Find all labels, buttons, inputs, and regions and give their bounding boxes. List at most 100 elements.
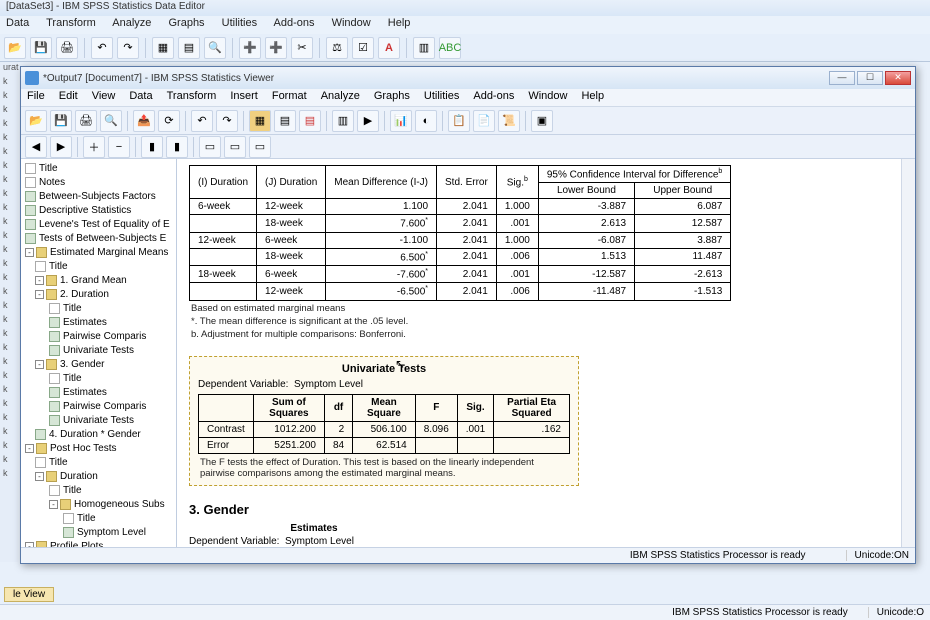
insert-case-icon[interactable]: ➕ bbox=[239, 37, 261, 59]
menu-graphs[interactable]: Graphs bbox=[168, 17, 204, 29]
output-pane[interactable]: (I) Duration (J) Duration Mean Differenc… bbox=[177, 159, 915, 547]
menu-addons[interactable]: Add-ons bbox=[274, 17, 315, 29]
univariate-tests-block[interactable]: Univariate Tests Dependent Variable: Sym… bbox=[189, 356, 579, 486]
vt-preview-icon[interactable]: 🔍 bbox=[100, 110, 122, 132]
split-icon[interactable]: ✂ bbox=[291, 37, 313, 59]
vt-designate-icon[interactable]: ◐ bbox=[415, 110, 437, 132]
vt-open-icon[interactable]: 📂 bbox=[25, 110, 47, 132]
expand-toggle-icon[interactable]: - bbox=[49, 500, 58, 509]
tree-item[interactable]: Levene's Test of Equality of E bbox=[21, 217, 176, 231]
vt-undo-icon[interactable]: ↶ bbox=[191, 110, 213, 132]
vmenu-format[interactable]: Format bbox=[272, 90, 307, 105]
tree-item[interactable]: -3. Gender bbox=[21, 357, 176, 371]
expand-toggle-icon[interactable]: - bbox=[25, 444, 34, 453]
tree-item[interactable]: Symptom Level bbox=[21, 525, 176, 539]
vt-recall-icon[interactable]: ⟳ bbox=[158, 110, 180, 132]
tree-item[interactable]: -Post Hoc Tests bbox=[21, 441, 176, 455]
open-icon[interactable]: 📂 bbox=[4, 37, 26, 59]
vmenu-help[interactable]: Help bbox=[581, 90, 604, 105]
weight-icon[interactable]: ⚖ bbox=[326, 37, 348, 59]
minimize-button[interactable]: — bbox=[829, 71, 855, 85]
vmenu-analyze[interactable]: Analyze bbox=[321, 90, 360, 105]
nav-demote-icon[interactable]: ▮ bbox=[166, 136, 188, 158]
goto-icon[interactable]: ▦ bbox=[152, 37, 174, 59]
tree-item[interactable]: Tests of Between-Subjects E bbox=[21, 231, 176, 245]
nav-back-icon[interactable]: ◀ bbox=[25, 136, 47, 158]
select-icon[interactable]: ☑ bbox=[352, 37, 374, 59]
vmenu-view[interactable]: View bbox=[92, 90, 116, 105]
vmenu-utilities[interactable]: Utilities bbox=[424, 90, 459, 105]
vmenu-data[interactable]: Data bbox=[129, 90, 152, 105]
nav-show-icon[interactable]: ▭ bbox=[199, 136, 221, 158]
tree-item[interactable]: Estimates bbox=[21, 315, 176, 329]
insert-var-icon[interactable]: ➕ bbox=[265, 37, 287, 59]
vt-export-icon[interactable]: 📤 bbox=[133, 110, 155, 132]
nav-promote-icon[interactable]: ▮ bbox=[141, 136, 163, 158]
expand-toggle-icon[interactable]: - bbox=[35, 360, 44, 369]
tree-item[interactable]: Title bbox=[21, 259, 176, 273]
expand-toggle-icon[interactable]: - bbox=[35, 276, 44, 285]
tree-item[interactable]: Title bbox=[21, 301, 176, 315]
vt-select-last-icon[interactable]: ▥ bbox=[332, 110, 354, 132]
tree-item[interactable]: 4. Duration * Gender bbox=[21, 427, 176, 441]
tree-item[interactable]: -Estimated Marginal Means bbox=[21, 245, 176, 259]
tree-item[interactable]: -1. Grand Mean bbox=[21, 273, 176, 287]
menu-analyze[interactable]: Analyze bbox=[112, 17, 151, 29]
vt-goto-data-icon[interactable]: ▦ bbox=[249, 110, 271, 132]
tree-item[interactable]: -Homogeneous Subs bbox=[21, 497, 176, 511]
find-icon[interactable]: 🔍 bbox=[204, 37, 226, 59]
expand-toggle-icon[interactable]: - bbox=[35, 290, 44, 299]
menu-help[interactable]: Help bbox=[388, 17, 411, 29]
menu-window[interactable]: Window bbox=[332, 17, 371, 29]
viewer-titlebar[interactable]: *Output7 [Document7] - IBM SPSS Statisti… bbox=[21, 67, 915, 89]
redo-icon[interactable]: ↷ bbox=[117, 37, 139, 59]
vt-chart-icon[interactable]: 📊 bbox=[390, 110, 412, 132]
tree-item[interactable]: -Duration bbox=[21, 469, 176, 483]
expand-toggle-icon[interactable]: - bbox=[35, 472, 44, 481]
vmenu-graphs[interactable]: Graphs bbox=[374, 90, 410, 105]
vmenu-window[interactable]: Window bbox=[528, 90, 567, 105]
tree-item[interactable]: Between-Subjects Factors bbox=[21, 189, 176, 203]
tree-item[interactable]: Univariate Tests bbox=[21, 413, 176, 427]
vmenu-edit[interactable]: Edit bbox=[59, 90, 78, 105]
tree-item[interactable]: Univariate Tests bbox=[21, 343, 176, 357]
vmenu-file[interactable]: File bbox=[27, 90, 45, 105]
vt-vars-icon[interactable]: ▤ bbox=[299, 110, 321, 132]
maximize-button[interactable]: ☐ bbox=[857, 71, 883, 85]
expand-toggle-icon[interactable]: - bbox=[25, 248, 34, 257]
nav-hide-icon[interactable]: ▭ bbox=[224, 136, 246, 158]
nav-expand-icon[interactable]: ＋ bbox=[83, 136, 105, 158]
vt-redo-icon[interactable]: ↷ bbox=[216, 110, 238, 132]
vt-print-icon[interactable]: 🖨 bbox=[75, 110, 97, 132]
vt-run-icon[interactable]: ▶ bbox=[357, 110, 379, 132]
tree-item[interactable]: Title bbox=[21, 455, 176, 469]
tree-item[interactable]: Estimates bbox=[21, 385, 176, 399]
variable-view-tab[interactable]: le View bbox=[4, 587, 54, 602]
vt-paste-icon[interactable]: 📄 bbox=[473, 110, 495, 132]
print-icon[interactable]: 🖨 bbox=[56, 37, 78, 59]
vt-copy-icon[interactable]: 📋 bbox=[448, 110, 470, 132]
menu-utilities[interactable]: Utilities bbox=[222, 17, 257, 29]
menu-data[interactable]: Data bbox=[6, 17, 29, 29]
vmenu-addons[interactable]: Add-ons bbox=[473, 90, 514, 105]
vt-script-icon[interactable]: 📜 bbox=[498, 110, 520, 132]
tree-item[interactable]: Pairwise Comparis bbox=[21, 399, 176, 413]
undo-icon[interactable]: ↶ bbox=[91, 37, 113, 59]
nav-forward-icon[interactable]: ▶ bbox=[50, 136, 72, 158]
tree-item[interactable]: Pairwise Comparis bbox=[21, 329, 176, 343]
vmenu-transform[interactable]: Transform bbox=[167, 90, 217, 105]
tree-item[interactable]: -2. Duration bbox=[21, 287, 176, 301]
close-button[interactable]: ✕ bbox=[885, 71, 911, 85]
tree-item[interactable]: Title bbox=[21, 371, 176, 385]
spellcheck-icon[interactable]: ABC bbox=[439, 37, 461, 59]
tree-item[interactable]: Title bbox=[21, 511, 176, 525]
nav-insert-icon[interactable]: ▭ bbox=[249, 136, 271, 158]
tree-item[interactable]: Notes bbox=[21, 175, 176, 189]
menu-transform[interactable]: Transform bbox=[46, 17, 96, 29]
vmenu-insert[interactable]: Insert bbox=[230, 90, 258, 105]
outline-tree[interactable]: TitleNotesBetween-Subjects FactorsDescri… bbox=[21, 159, 177, 547]
save-icon[interactable]: 💾 bbox=[30, 37, 52, 59]
tree-item[interactable]: -Profile Plots bbox=[21, 539, 176, 547]
nav-collapse-icon[interactable]: − bbox=[108, 136, 130, 158]
vt-save-icon[interactable]: 💾 bbox=[50, 110, 72, 132]
